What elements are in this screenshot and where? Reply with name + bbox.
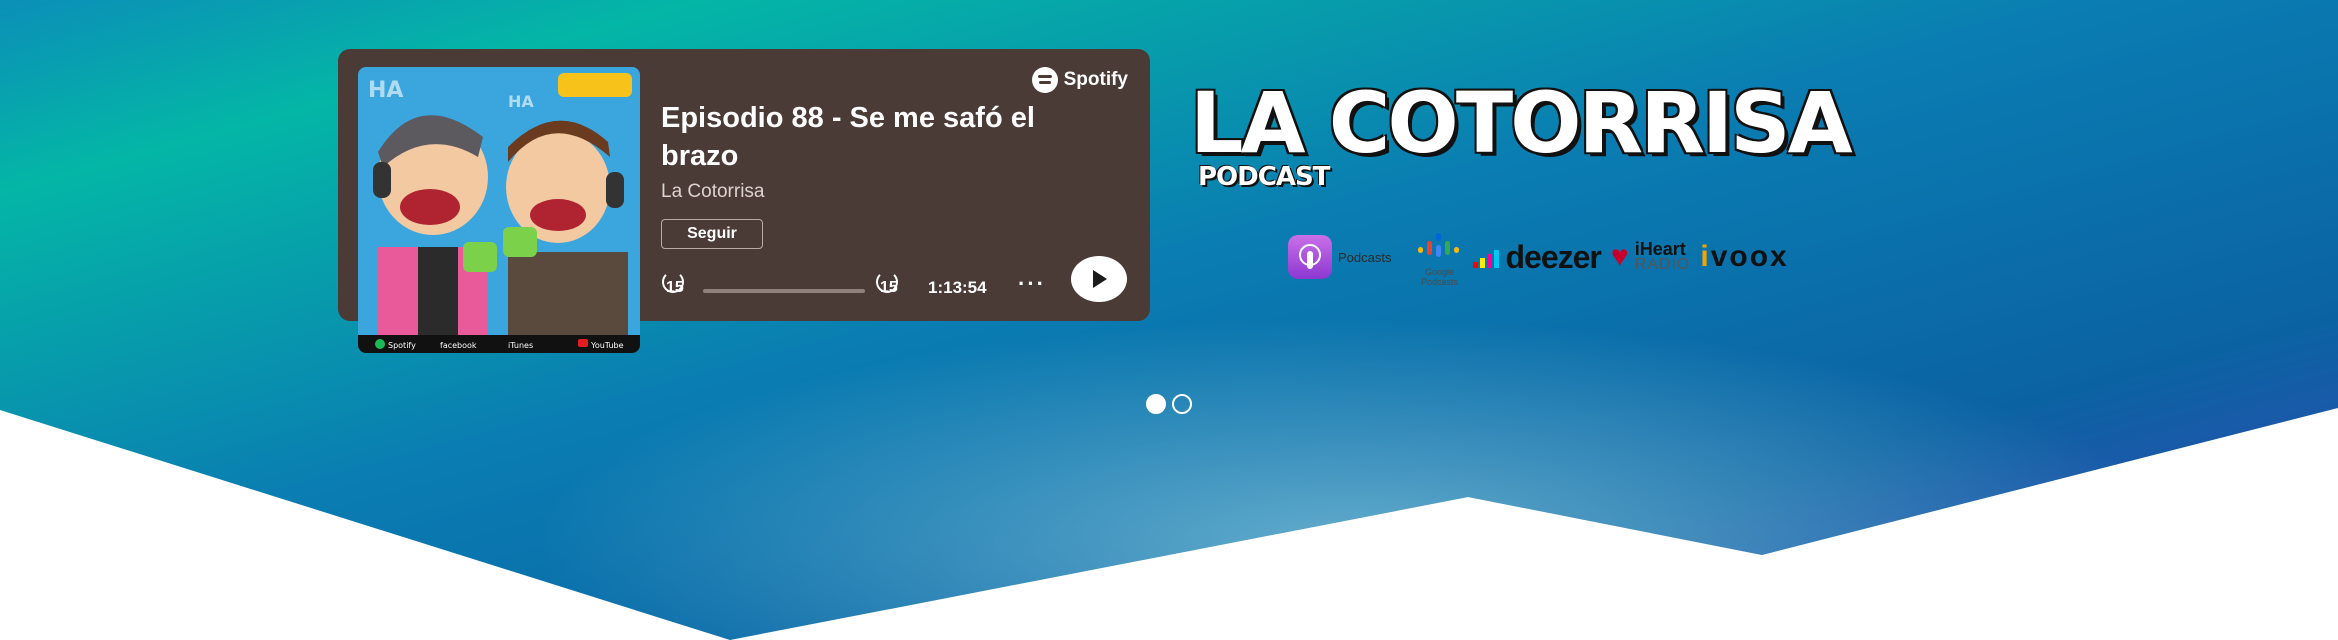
spotify-wordmark: Spotify <box>1063 69 1128 90</box>
ivoox-link[interactable]: ivoox <box>1700 240 1788 274</box>
skip-forward-seconds: 15 <box>880 279 898 296</box>
hero-banner: HA HA HA <box>0 0 2338 640</box>
progress-bar[interactable] <box>703 289 865 293</box>
podcast-logo: LA COTORRISA PODCAST <box>1190 74 1853 192</box>
deezer-label: deezer <box>1505 238 1601 275</box>
cover-footer-itunes: iTunes <box>508 341 533 350</box>
google-podcasts-link[interactable]: Google Podcasts <box>1415 233 1463 287</box>
cover-footer-spotify: Spotify <box>388 341 416 350</box>
ivoox-label: voox <box>1710 240 1789 273</box>
carousel-dot-1[interactable] <box>1146 394 1166 414</box>
play-button[interactable] <box>1071 256 1127 302</box>
svg-text:HA: HA <box>368 78 403 103</box>
deezer-link[interactable]: deezer <box>1473 238 1602 276</box>
carousel-indicators <box>1146 394 1192 414</box>
episode-duration: 1:13:54 <box>928 278 987 297</box>
cover-footer-facebook: facebook <box>440 341 477 350</box>
skip-back-seconds: 15 <box>666 279 684 296</box>
follow-button[interactable]: Seguir <box>661 219 763 249</box>
spotify-embed-player[interactable]: HA HA HA <box>338 49 1150 353</box>
carousel-dot-2[interactable] <box>1172 394 1192 414</box>
cover-footer-youtube: YouTube <box>590 341 624 350</box>
spotify-logo[interactable]: Spotify <box>1031 67 1128 93</box>
ivoox-icon: i <box>1700 240 1711 273</box>
show-name[interactable]: La Cotorrisa <box>661 181 765 203</box>
episode-title[interactable]: Episodio 88 - Se me safó el brazo <box>661 99 1101 175</box>
spotify-icon <box>1031 67 1058 93</box>
platform-links: Podcasts Google Podcasts deezer ♥ iHeart… <box>1288 232 1789 287</box>
iheartradio-icon: ♥ <box>1610 240 1629 273</box>
skip-forward-button[interactable]: 15 <box>876 271 910 299</box>
apple-podcasts-label: Podcasts <box>1338 249 1392 265</box>
google-podcasts-label: Google Podcasts <box>1420 267 1458 287</box>
iheartradio-label-bottom: RADIO <box>1634 256 1691 273</box>
iheartradio-link[interactable]: ♥ iHeart RADIO <box>1610 239 1691 273</box>
skip-back-button[interactable]: 15 <box>662 271 696 299</box>
apple-podcasts-link[interactable]: Podcasts <box>1288 235 1391 279</box>
iheartradio-label-top: iHeart <box>1634 239 1686 259</box>
podcast-logo-title: LA COTORRISA <box>1190 74 1853 172</box>
episode-cover-art[interactable]: HA HA HA <box>358 67 640 353</box>
deezer-icon <box>1473 246 1500 268</box>
svg-text:HA: HA <box>508 92 534 111</box>
more-options-button[interactable]: ··· <box>1018 271 1046 297</box>
apple-podcasts-icon <box>1288 235 1332 279</box>
